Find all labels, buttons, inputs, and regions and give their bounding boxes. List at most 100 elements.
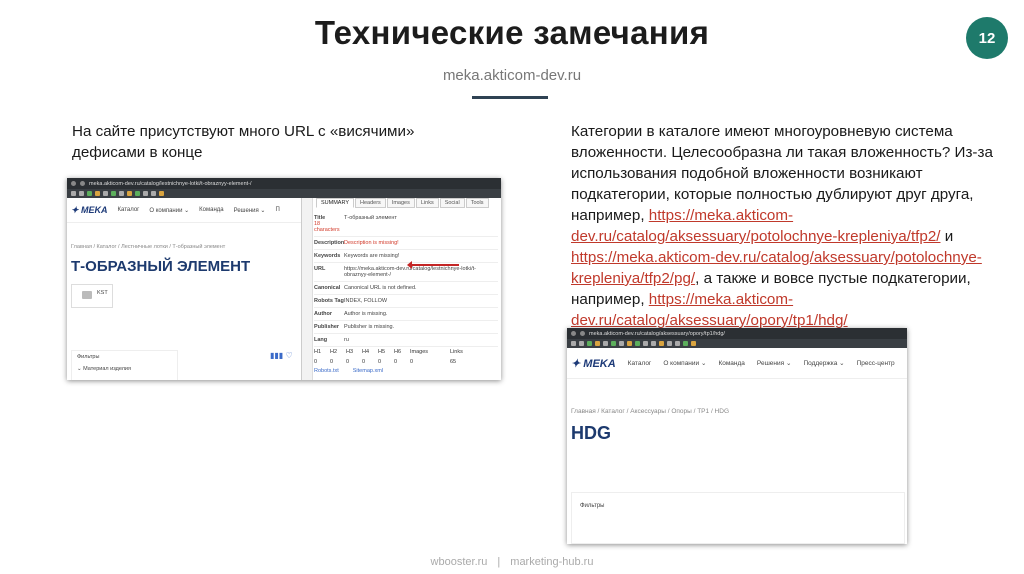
extension-icon[interactable] (151, 191, 156, 196)
headings-value-cell: 0 (330, 359, 334, 365)
logo[interactable]: ✦ MEKA (71, 205, 108, 216)
extension-icon[interactable] (587, 341, 592, 346)
tab-tools[interactable]: Tools (465, 198, 489, 208)
url-arrow (407, 261, 459, 269)
headings-header-cell: H6 (394, 349, 402, 355)
nav-item[interactable]: Каталог (118, 207, 140, 213)
nav-item[interactable]: Решения ⌄ (757, 359, 792, 367)
page-heading: Т-ОБРАЗНЫЙ ЭЛЕМЕНТ (71, 258, 251, 275)
extension-icon[interactable] (135, 191, 140, 196)
back-icon[interactable] (71, 181, 76, 186)
headings-value-cell: 0 (394, 359, 398, 365)
extension-icon[interactable] (595, 341, 600, 346)
extension-icon[interactable] (659, 341, 664, 346)
site-nav: ✦ MEKA Каталог О компании ⌄ Команда Реше… (567, 348, 907, 379)
chevron-down-icon: ⌄ (839, 360, 845, 367)
breadcrumb: Главная / Каталог / Лестничные лотки / Т… (71, 244, 226, 250)
extension-icon[interactable] (579, 341, 584, 346)
chevron-down-icon: ⌄ (785, 360, 792, 367)
nav-item[interactable]: Поддержка ⌄ (803, 359, 844, 367)
reload-icon[interactable] (80, 181, 85, 186)
extension-icon[interactable] (603, 341, 608, 346)
extension-icon[interactable] (143, 191, 148, 196)
headings-header-row: H1 H2 H3 H4 H5 H6 Images Links (314, 347, 498, 357)
tab-social[interactable]: Social (439, 198, 465, 208)
footer-link-right[interactable]: marketing-hub.ru (510, 556, 593, 568)
panel-tabs: SUMMARY Headers Images Links Social Tool… (316, 198, 489, 208)
robots-link[interactable]: Robots.txt (314, 368, 339, 374)
summary-row: Publisher Publisher is missing. (314, 321, 498, 334)
row-key: Publisher (314, 324, 344, 330)
row-key-label: Robots Tag (314, 298, 344, 304)
headings-header-cell: H1 (314, 349, 322, 355)
screenshot-1: meka.akticom-dev.ru/catalog/lestnichnye-… (67, 178, 501, 380)
extension-icon[interactable] (643, 341, 648, 346)
extension-icon[interactable] (71, 191, 76, 196)
panel-footer: Robots.txt Sitemap.xml (314, 368, 383, 374)
nav-item[interactable]: П (275, 207, 279, 213)
extension-icon[interactable] (627, 341, 632, 346)
tab-links[interactable]: Links (415, 198, 439, 208)
extension-icon[interactable] (675, 341, 680, 346)
extension-icon[interactable] (87, 191, 92, 196)
nav-item[interactable]: Команда (199, 207, 223, 213)
nav-item[interactable]: Пресс-центр (857, 360, 895, 367)
row-key: Robots Tag (314, 298, 344, 304)
extension-icon[interactable] (619, 341, 624, 346)
headings-value-cell: 0 (362, 359, 366, 365)
extension-icon[interactable] (611, 341, 616, 346)
site-nav: ✦ MEKA Каталог О компании ⌄ Команда Реше… (67, 198, 301, 223)
chevron-down-icon: ⌄ (260, 207, 266, 214)
extension-icon[interactable] (667, 341, 672, 346)
nav-item[interactable]: Решения ⌄ (234, 207, 266, 214)
extension-icon[interactable] (635, 341, 640, 346)
extension-icon[interactable] (571, 341, 576, 346)
sitemap-link[interactable]: Sitemap.xml (353, 368, 383, 374)
extension-icon[interactable] (103, 191, 108, 196)
filter-item[interactable]: ⌄ Материал изделия (72, 363, 177, 375)
logo[interactable]: ✦ MEKA (571, 357, 616, 370)
left-text: На сайте присутствуют много URL с «висяч… (72, 123, 415, 161)
row-value: Т-образный элемент (344, 215, 397, 221)
extension-icon[interactable] (651, 341, 656, 346)
back-icon[interactable] (571, 331, 576, 336)
row-value: ru (344, 337, 349, 343)
footer-separator: | (497, 556, 501, 568)
headings-value-cell: 0 (346, 359, 350, 365)
address-bar[interactable]: meka.akticom-dev.ru/catalog/lestnichnye-… (89, 181, 252, 187)
extension-icon[interactable] (79, 191, 84, 196)
extension-icon[interactable] (691, 341, 696, 346)
site-page: ✦ MEKA Каталог О компании ⌄ Команда Реше… (67, 198, 301, 380)
slide-number-badge: 12 (966, 17, 1008, 59)
footer-link-left[interactable]: wbooster.ru (431, 556, 488, 568)
headings-header-cell: H3 (346, 349, 354, 355)
headings-values-row: 0 0 0 0 0 0 0 65 (314, 357, 498, 367)
nav-item[interactable]: Команда (718, 360, 744, 367)
address-bar[interactable]: meka.akticom-dev.ru/catalog/aksessuary/o… (589, 331, 725, 337)
tab-summary[interactable]: SUMMARY (316, 198, 355, 208)
extension-icon[interactable] (159, 191, 164, 196)
site-page: ✦ MEKA Каталог О компании ⌄ Команда Реше… (567, 348, 907, 544)
reload-icon[interactable] (580, 331, 585, 336)
chevron-down-icon: ⌄ (184, 207, 190, 214)
heart-icon[interactable]: ♡ (285, 351, 292, 360)
headings-header-cell: H5 (378, 349, 386, 355)
extension-icon[interactable] (127, 191, 132, 196)
extension-icon[interactable] (111, 191, 116, 196)
extension-icon[interactable] (683, 341, 688, 346)
row-key-label: Keywords (314, 253, 341, 259)
seo-panel: SUMMARY Headers Images Links Social Tool… (301, 198, 501, 380)
extension-icon[interactable] (95, 191, 100, 196)
extension-icon[interactable] (119, 191, 124, 196)
screenshot-2: meka.akticom-dev.ru/catalog/aksessuary/o… (567, 328, 907, 544)
tab-images[interactable]: Images (386, 198, 415, 208)
row-key-label: URL (314, 266, 326, 272)
panel-sidebar (302, 198, 313, 380)
compare-icon[interactable]: ▮▮▮ (270, 351, 283, 360)
nav-item[interactable]: О компании ⌄ (149, 207, 189, 214)
row-key: Lang (314, 337, 344, 343)
nav-item[interactable]: Каталог (628, 360, 652, 367)
nav-item[interactable]: О компании ⌄ (663, 359, 706, 367)
tab-headers[interactable]: Headers (355, 198, 386, 208)
row-key: Canonical (314, 285, 344, 291)
